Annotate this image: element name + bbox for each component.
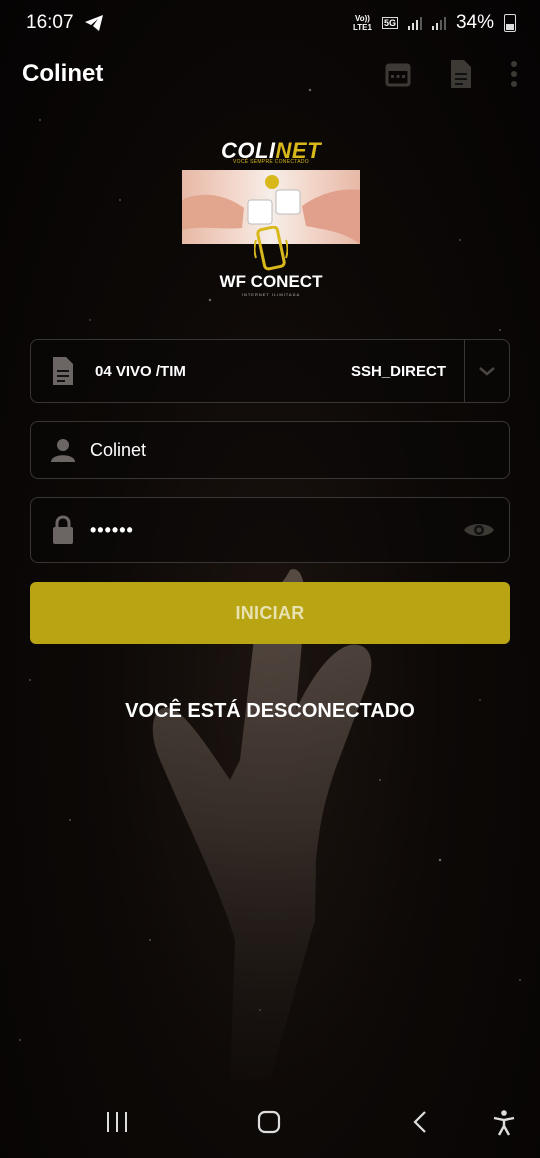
file-icon	[53, 357, 73, 385]
start-button[interactable]: INICIAR	[30, 582, 510, 644]
volte-indicator: Vo)) LTE1	[352, 14, 372, 32]
signal-icon-sim2	[431, 16, 446, 30]
status-left: 16:07	[26, 12, 104, 34]
status-right: Vo)) LTE1 5G 34%	[353, 12, 516, 34]
system-nav-bar	[0, 1090, 540, 1158]
document-icon[interactable]	[448, 59, 474, 89]
chevron-down-icon	[479, 367, 495, 376]
battery-percent: 34%	[455, 12, 494, 33]
lock-icon-wrap	[31, 515, 95, 545]
status-bar: 16:07 Vo)) LTE1 5G 34%	[0, 0, 540, 46]
clock: 16:07	[26, 12, 74, 33]
dropdown-toggle[interactable]	[464, 339, 509, 403]
home-button[interactable]	[257, 1110, 281, 1134]
more-options-icon[interactable]	[510, 60, 518, 88]
eye-icon	[464, 524, 494, 536]
app-bar: Colinet	[0, 46, 540, 102]
back-icon	[413, 1111, 426, 1133]
server-name: 04 VIVO /TIM	[95, 362, 186, 380]
username-field[interactable]: Colinet	[30, 421, 510, 479]
user-icon-wrap	[31, 438, 95, 462]
accessibility-icon	[493, 1110, 515, 1136]
battery-icon	[504, 14, 516, 32]
logo-tagline: VOCÊ SEMPRE CONECTADO	[233, 159, 309, 165]
lock-icon	[53, 515, 73, 544]
recent-apps-icon	[107, 1112, 127, 1132]
username-value[interactable]: Colinet	[90, 440, 509, 461]
recent-apps-button[interactable]	[104, 1110, 130, 1134]
password-field[interactable]: ••••••	[30, 497, 510, 563]
accessibility-button[interactable]	[493, 1110, 515, 1136]
toggle-password-visibility[interactable]	[449, 520, 509, 540]
app-bar-actions	[384, 59, 518, 89]
home-icon	[257, 1110, 281, 1134]
connection-status: VOCÊ ESTÁ DESCONECTADO	[125, 700, 415, 722]
user-icon	[51, 439, 75, 462]
logo-sub-brand: WF CONECT	[219, 272, 323, 291]
app-logo: COLINET VOCÊ SEMPRE CONECTADO WF CONECT …	[182, 128, 360, 300]
server-selector[interactable]: 04 VIVO /TIM SSH_DIRECT	[30, 339, 510, 403]
server-icon-wrap	[31, 356, 95, 386]
app-screen: 16:07 Vo)) LTE1 5G 34% Colinet COLINET V…	[0, 0, 540, 1158]
5g-badge: 5G	[381, 17, 398, 29]
server-type: SSH_DIRECT	[350, 362, 446, 380]
signal-icon	[407, 16, 422, 30]
back-button[interactable]	[412, 1110, 428, 1134]
telegram-icon	[84, 15, 103, 31]
phone-icon	[254, 226, 288, 271]
password-value[interactable]: ••••••	[90, 520, 449, 541]
calendar-icon[interactable]	[384, 60, 412, 88]
app-title: Colinet	[22, 60, 104, 87]
logo-sub-tagline: INTERNET ILIMITADA	[241, 292, 301, 297]
